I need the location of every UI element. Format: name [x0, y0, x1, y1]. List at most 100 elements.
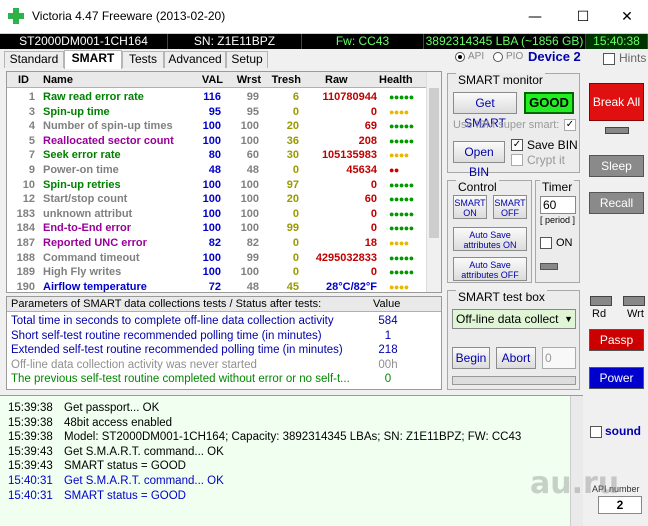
col-health: Health	[379, 74, 413, 86]
use-ibm-checkbox[interactable]: ✓	[564, 119, 576, 131]
autosave-off-button[interactable]: Auto Save attributes OFF	[453, 257, 527, 281]
params-value-header: Value	[373, 298, 401, 310]
pio-radio[interactable]	[493, 52, 503, 62]
params-row: The previous self-test routine completed…	[7, 372, 441, 387]
cell-wrst: 100	[240, 134, 259, 147]
cell-raw: 105135983	[321, 149, 377, 162]
cell-val: 100	[202, 222, 221, 235]
wrt-label: Wrt	[627, 308, 644, 320]
cell-val: 95	[208, 105, 221, 118]
cell-id: 3	[28, 105, 35, 118]
tab-tests[interactable]: Tests	[122, 51, 164, 68]
sleep-button[interactable]: Sleep	[589, 155, 644, 177]
smart-on-button[interactable]: SMART ON	[453, 195, 487, 219]
table-row[interactable]: 183 unknown attribut 100 100 0 0 ●●●●●	[7, 207, 427, 222]
cell-val: 80	[208, 149, 221, 162]
log-time: 15:39:38	[8, 431, 53, 444]
test-type-select[interactable]: Off-line data collect ▼	[452, 309, 576, 329]
passp-button[interactable]: Passp	[589, 329, 644, 351]
smart-monitor-title: SMART monitor	[456, 73, 545, 87]
table-row[interactable]: 5 Reallocated sector count 100 100 36 208 ●●●●…	[7, 134, 427, 149]
cell-raw: 208	[358, 134, 377, 147]
api-radio[interactable]	[455, 52, 465, 62]
tab-setup[interactable]: Setup	[226, 51, 268, 68]
sound-checkbox[interactable]	[590, 426, 602, 438]
tab-advanced[interactable]: Advanced	[164, 51, 226, 68]
log-time: 15:39:38	[8, 402, 53, 414]
cell-name: Raw read error rate	[43, 91, 144, 103]
log-entry: 15:39:38 Model: ST2000DM001-1CH164; Capac…	[8, 431, 521, 446]
table-row[interactable]: 12 Start/stop count 100 100 20 60 ●●●●●	[7, 192, 427, 207]
smart-off-button[interactable]: SMART OFF	[493, 195, 527, 219]
log-time: 15:40:31	[8, 475, 53, 487]
params-label: Total time in seconds to complete off-li…	[11, 315, 334, 327]
log-scrollbar[interactable]	[570, 396, 583, 526]
table-scroll-thumb[interactable]	[429, 88, 439, 238]
cell-health: ●●●●●	[389, 179, 414, 190]
crypt-it-label: Crypt it	[527, 153, 566, 167]
cell-id: 4	[28, 120, 35, 133]
params-row: Short self-test routine recommended poll…	[7, 329, 441, 344]
cell-name: Start/stop count	[43, 193, 128, 206]
table-row[interactable]: 10 Spin-up retries 100 100 97 0 ●●●●●	[7, 178, 427, 193]
cell-health: ●●●●●	[389, 267, 414, 278]
test-lba-input[interactable]: 0	[542, 347, 576, 369]
test-type-value: Off-line data collect	[456, 312, 559, 326]
cell-name: Number of spin-up times	[43, 120, 173, 133]
col-raw: Raw	[325, 74, 348, 86]
cell-val: 100	[202, 251, 221, 264]
begin-button[interactable]: Begin	[452, 347, 490, 369]
hints-checkbox[interactable]	[603, 53, 615, 65]
table-row[interactable]: 190 Airflow temperature 72 48 45 28°C/82°F ●●●…	[7, 280, 427, 292]
tab-standard[interactable]: Standard	[4, 51, 64, 68]
abort-button[interactable]: Abort	[496, 347, 536, 369]
log-entry: 15:39:38 Get passport... OK	[8, 402, 159, 417]
get-smart-button[interactable]: Get SMART	[453, 92, 517, 130]
table-row[interactable]: 4 Number of spin-up times 100 100 20 69 ●●●●●	[7, 119, 427, 134]
log-message: SMART status = GOOD	[64, 460, 186, 473]
table-row[interactable]: 1 Raw read error rate 116 99 6 110780944 ●●●●●	[7, 90, 427, 105]
crypt-it-checkbox[interactable]	[511, 154, 523, 166]
table-row[interactable]: 184 End-to-End error 100 100 99 0 ●●●●●	[7, 221, 427, 236]
cell-val: 100	[202, 266, 221, 279]
cell-raw: 0	[370, 222, 377, 235]
cell-id: 189	[16, 266, 35, 279]
wrt-indicator	[623, 296, 645, 306]
cell-wrst: 99	[246, 91, 259, 103]
window-title: Victoria 4.47 Freeware (2013-02-20)	[32, 9, 226, 23]
chevron-down-icon: ▼	[564, 314, 573, 324]
cell-val: 100	[202, 134, 221, 147]
break-all-button[interactable]: Break All	[589, 83, 644, 121]
cell-raw: 45634	[346, 164, 377, 176]
table-row[interactable]: 7 Seek error rate 80 60 30 105135983 ●●●●	[7, 148, 427, 163]
timer-input[interactable]: 60	[540, 196, 576, 214]
table-row[interactable]: 188 Command timeout 100 99 0 4295032833 ●●●●●	[7, 251, 427, 266]
smart-monitor-group: SMART monitor Get SMART GOOD Use IBM sup…	[447, 73, 580, 179]
cell-raw: 18	[364, 237, 377, 249]
timer-on-checkbox[interactable]	[540, 237, 552, 249]
test-box-title: SMART test box	[456, 290, 547, 304]
open-bin-button[interactable]: Open BIN	[453, 141, 505, 179]
table-row[interactable]: 3 Spin-up time 95 95 0 0 ●●●●	[7, 105, 427, 120]
close-button[interactable]: ✕	[604, 2, 648, 32]
cell-id: 184	[16, 222, 35, 235]
cell-id: 188	[16, 251, 35, 264]
table-scrollbar[interactable]	[426, 72, 441, 292]
minimize-button[interactable]: —	[512, 2, 558, 32]
recall-button[interactable]: Recall	[589, 192, 644, 214]
use-ibm-label: Use IBM super smart:	[453, 119, 560, 131]
table-row[interactable]: 187 Reported UNC error 82 82 0 18 ●●●●	[7, 236, 427, 251]
tab-smart[interactable]: SMART	[64, 50, 122, 69]
table-row[interactable]: 189 High Fly writes 100 100 0 0 ●●●●●	[7, 265, 427, 280]
autosave-on-button[interactable]: Auto Save attributes ON	[453, 227, 527, 251]
maximize-button[interactable]: ☐	[560, 2, 606, 32]
table-row[interactable]: 9 Power-on time 48 48 0 45634 ●●	[7, 163, 427, 178]
cell-name: Reported UNC error	[43, 237, 147, 249]
cell-id: 183	[16, 207, 35, 220]
save-bin-checkbox[interactable]: ✓	[511, 139, 523, 151]
power-button[interactable]: Power	[589, 367, 644, 389]
cell-val: 100	[202, 193, 221, 206]
params-row: Extended self-test routine recommended p…	[7, 343, 441, 358]
params-label: Short self-test routine recommended poll…	[11, 329, 322, 342]
firmware-box: Fw: CC43	[302, 34, 424, 49]
